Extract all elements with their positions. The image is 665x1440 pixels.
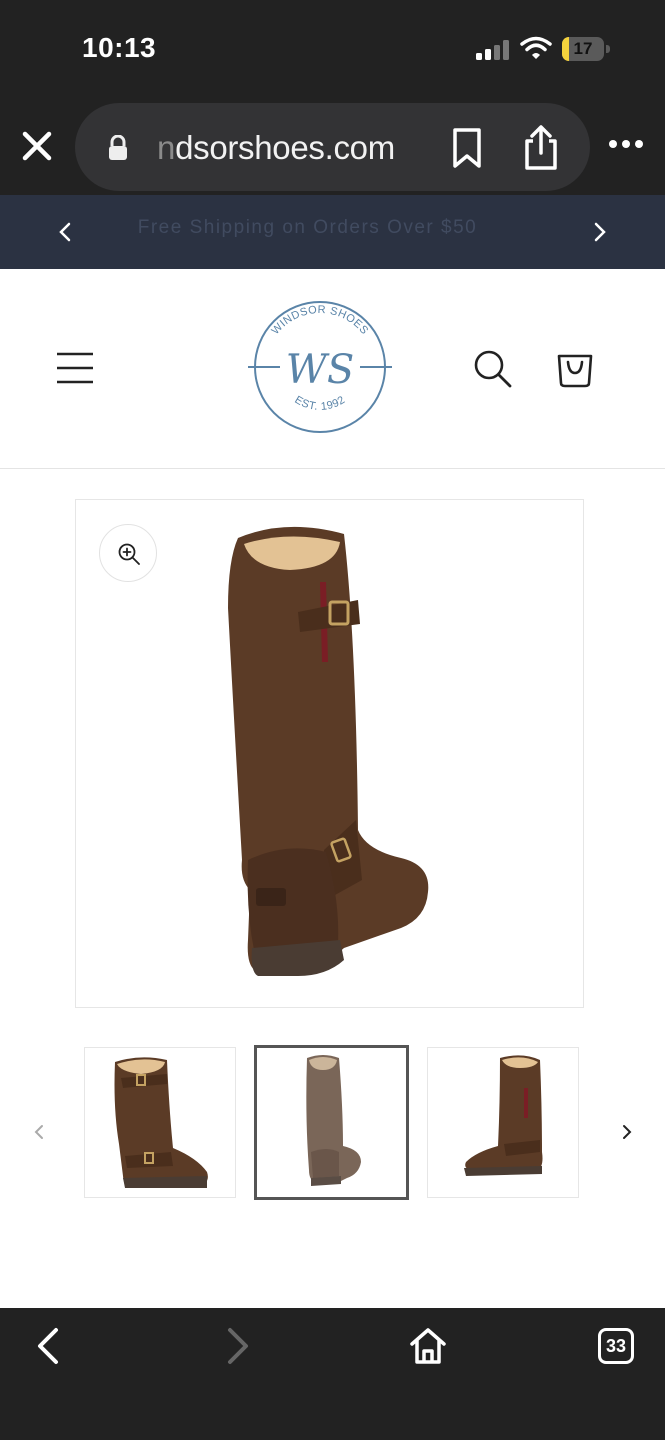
announcement-text[interactable]: Free Shipping on Orders Over $50 — [100, 217, 515, 239]
lock-icon — [109, 135, 127, 160]
status-time: 10:13 — [82, 32, 157, 63]
menu-icon[interactable] — [56, 351, 94, 385]
bookmark-icon[interactable] — [450, 127, 484, 169]
chevron-right-icon[interactable] — [586, 219, 612, 245]
forward-icon[interactable] — [222, 1326, 254, 1366]
battery-level: 17 — [573, 39, 593, 58]
home-icon[interactable] — [408, 1326, 448, 1366]
logo-bottom-text: EST. 1992 — [292, 394, 347, 413]
site-header: WINDSOR SHOES WS EST. 1992 — [0, 269, 665, 469]
boot-back-thumbnail — [306, 1055, 361, 1186]
wifi-icon — [520, 36, 552, 59]
windsor-shoes-logo[interactable]: WINDSOR SHOES WS EST. 1992 — [244, 297, 396, 437]
thumbnail-3[interactable] — [427, 1047, 579, 1198]
boot-front-thumbnail — [114, 1057, 208, 1188]
boot-back-image — [228, 526, 429, 976]
cart-icon[interactable] — [554, 347, 596, 389]
chevron-right-icon[interactable] — [616, 1120, 638, 1144]
chevron-left-icon[interactable] — [28, 1120, 50, 1144]
thumbnail-1[interactable] — [84, 1047, 236, 1198]
url-faded-prefix: n — [157, 129, 176, 166]
battery-icon: 17 — [562, 37, 610, 61]
svg-text:WINDSOR SHOES: WINDSOR SHOES — [269, 304, 370, 337]
back-icon[interactable] — [32, 1326, 64, 1366]
browser-url-bar-area: ndsorshoes.com — [0, 95, 665, 195]
product-main-image[interactable] — [75, 499, 584, 1008]
status-bar: 10:13 17 — [0, 0, 665, 95]
tab-count: 33 — [605, 1336, 627, 1356]
url-domain: dsorshoes.com — [175, 129, 395, 166]
svg-text:EST. 1992: EST. 1992 — [292, 394, 347, 413]
share-icon[interactable] — [521, 125, 561, 171]
thumbnail-2[interactable] — [254, 1045, 409, 1200]
zoom-icon — [118, 543, 140, 565]
browser-bottom-toolbar: 33 — [0, 1308, 665, 1440]
zoom-button[interactable] — [99, 524, 157, 582]
signal-icon — [476, 40, 509, 60]
chevron-left-icon[interactable] — [53, 219, 79, 245]
address-bar[interactable]: ndsorshoes.com — [75, 103, 590, 191]
logo-top-text: WINDSOR SHOES — [269, 304, 370, 337]
logo-monogram: WS — [286, 347, 355, 393]
boot-side-thumbnail — [464, 1055, 543, 1176]
tabs-icon[interactable]: 33 — [598, 1328, 634, 1364]
more-icon[interactable] — [608, 139, 644, 149]
close-icon[interactable] — [18, 127, 56, 165]
announcement-bar: Free Shipping on Orders Over $50 — [0, 195, 665, 269]
url-text[interactable]: ndsorshoes.com — [157, 129, 395, 167]
search-icon[interactable] — [472, 349, 514, 389]
